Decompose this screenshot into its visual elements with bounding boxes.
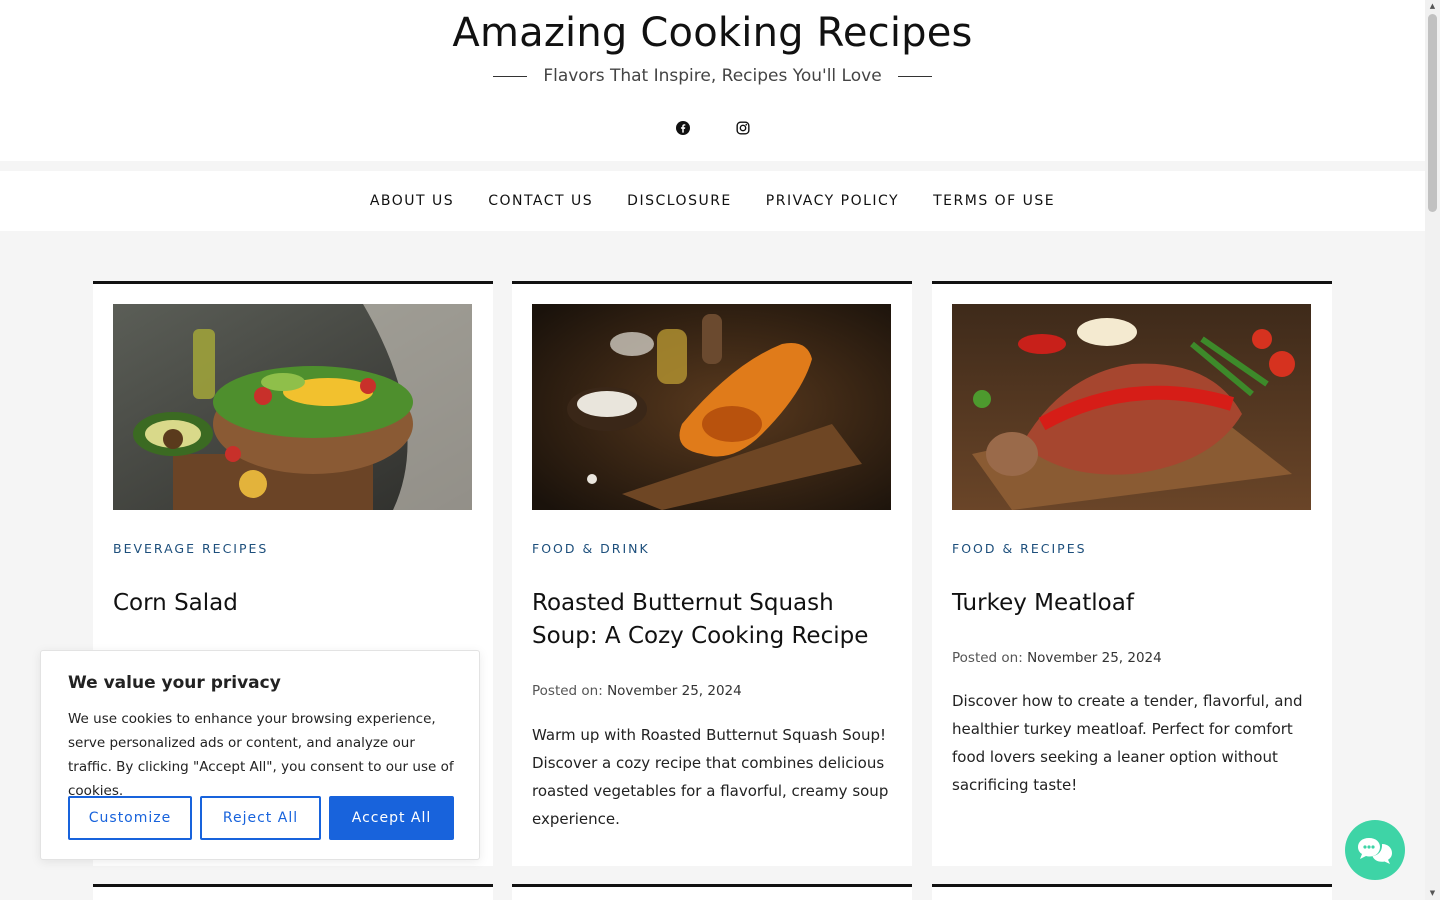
accept-all-button[interactable]: Accept All: [329, 796, 454, 840]
post-date-label: Posted on:: [532, 683, 603, 699]
nav-item-privacy-policy[interactable]: PRIVACY POLICY: [766, 193, 899, 209]
facebook-icon[interactable]: [675, 121, 690, 135]
page-scrollbar[interactable]: ▲ ▼: [1425, 0, 1440, 900]
post-card-butternut-squash-soup: FOOD & DRINK Roasted Butternut Squash So…: [512, 281, 912, 866]
nav-item-about-us[interactable]: ABOUT US: [370, 193, 454, 209]
scroll-up-arrow-icon[interactable]: ▲: [1428, 2, 1437, 11]
post-category[interactable]: BEVERAGE RECIPES: [113, 541, 268, 556]
nav-item-terms-of-use[interactable]: TERMS OF USE: [933, 193, 1055, 209]
customize-button[interactable]: Customize: [68, 796, 192, 840]
chat-button[interactable]: [1345, 820, 1405, 880]
post-excerpt: Discover how to create a tender, flavorf…: [952, 692, 1303, 794]
cookie-description: We use cookies to enhance your browsing …: [68, 711, 454, 799]
post-card-next: [93, 884, 493, 900]
site-tagline: Flavors That Inspire, Recipes You'll Lov…: [543, 66, 882, 86]
tagline-row: Flavors That Inspire, Recipes You'll Lov…: [0, 66, 1425, 86]
post-card-next: [932, 884, 1332, 900]
nav-item-disclosure[interactable]: DISCLOSURE: [627, 193, 732, 209]
butternut-squash-image[interactable]: [532, 304, 891, 510]
nav-item-contact-us[interactable]: CONTACT US: [488, 193, 593, 209]
social-links: [0, 121, 1425, 135]
tagline-divider-left: [493, 75, 528, 77]
main-nav: ABOUT US CONTACT US DISCLOSURE PRIVACY P…: [0, 171, 1425, 231]
tagline-divider-right: [897, 75, 932, 77]
post-title[interactable]: Corn Salad: [113, 587, 475, 620]
post-card-next: [512, 884, 912, 900]
post-title[interactable]: Roasted Butternut Squash Soup: A Cozy Co…: [532, 587, 894, 653]
chat-bubbles-icon: [1358, 838, 1392, 864]
post-category[interactable]: FOOD & RECIPES: [952, 541, 1087, 556]
post-date: Posted on: November 25, 2024: [952, 650, 1162, 666]
cookie-consent-banner: We value your privacy We use cookies to …: [40, 650, 480, 860]
corn-salad-image[interactable]: [113, 304, 472, 510]
post-title[interactable]: Turkey Meatloaf: [952, 587, 1314, 620]
post-date-value[interactable]: November 25, 2024: [1027, 650, 1162, 666]
reject-all-button[interactable]: Reject All: [200, 796, 321, 840]
cookie-title: We value your privacy: [68, 673, 281, 693]
turkey-meatloaf-image[interactable]: [952, 304, 1311, 510]
site-header: Amazing Cooking Recipes Flavors That Ins…: [0, 0, 1425, 161]
post-category[interactable]: FOOD & DRINK: [532, 541, 650, 556]
post-excerpt: Warm up with Roasted Butternut Squash So…: [532, 726, 889, 828]
site-title[interactable]: Amazing Cooking Recipes: [0, 10, 1425, 56]
post-date: Posted on: November 25, 2024: [532, 683, 742, 699]
instagram-icon[interactable]: [735, 121, 750, 135]
post-date-value[interactable]: November 25, 2024: [607, 683, 742, 699]
scrollbar-thumb[interactable]: [1428, 14, 1437, 212]
post-date-label: Posted on:: [952, 650, 1023, 666]
scroll-down-arrow-icon[interactable]: ▼: [1428, 889, 1437, 898]
post-card-turkey-meatloaf: FOOD & RECIPES Turkey Meatloaf Posted on…: [932, 281, 1332, 866]
